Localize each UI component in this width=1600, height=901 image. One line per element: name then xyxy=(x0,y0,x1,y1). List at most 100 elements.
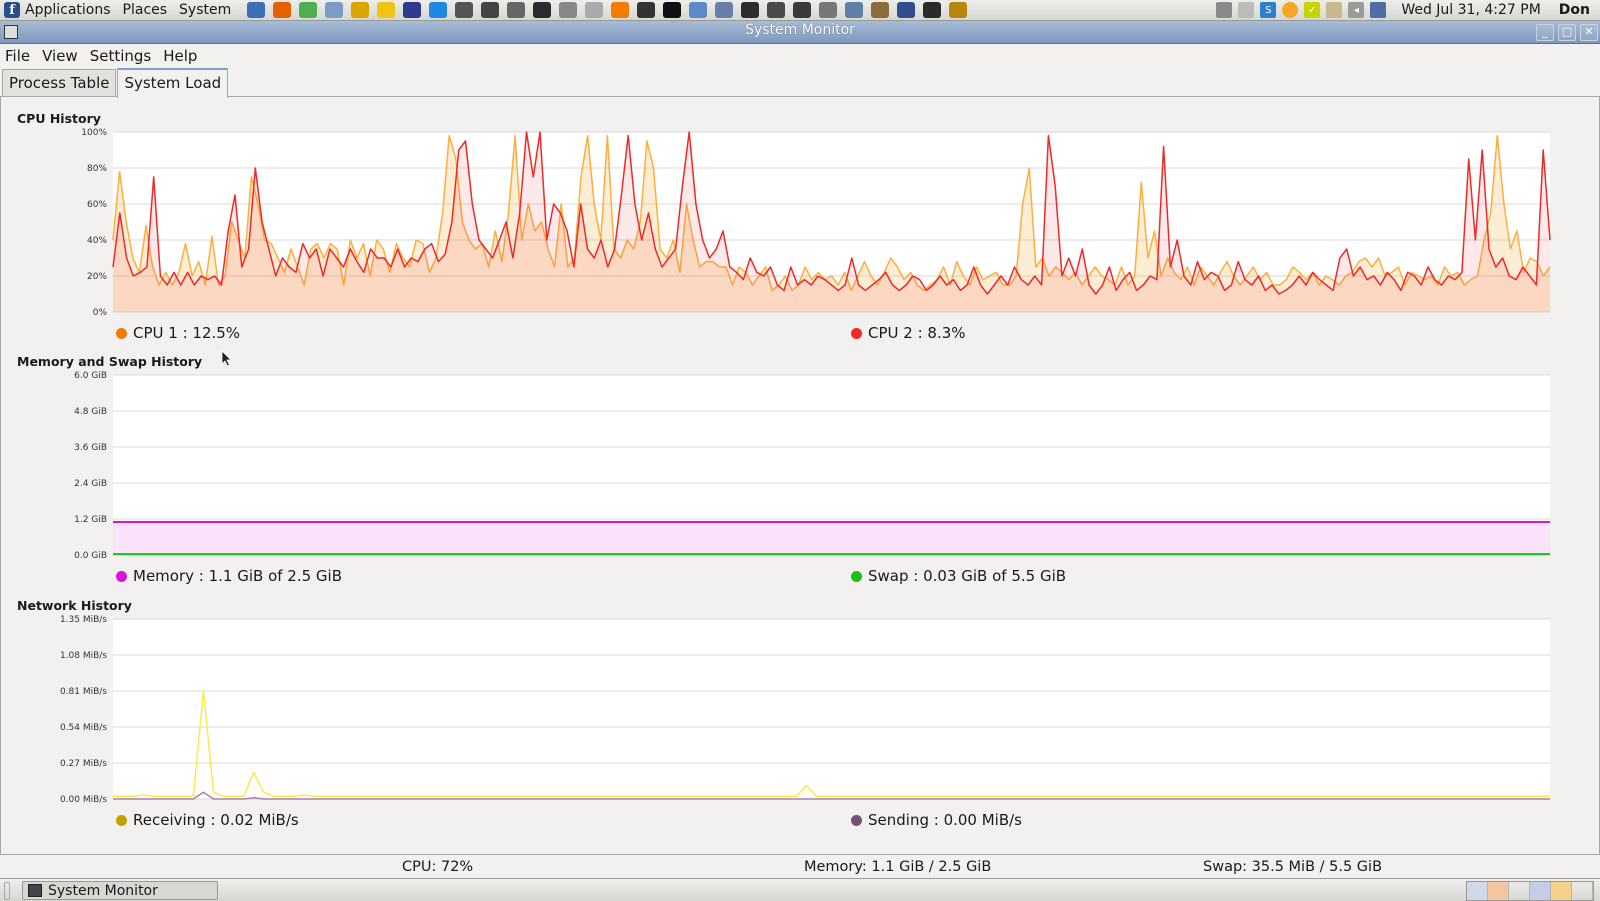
selector-icon[interactable] xyxy=(897,2,916,18)
y-tick-label: 1.2 GiB xyxy=(74,515,107,525)
cpu2-legend[interactable]: CPU 2 : 8.3% xyxy=(851,324,966,342)
taskbar-button-system-monitor[interactable]: System Monitor xyxy=(22,881,218,900)
sending-legend[interactable]: Sending : 0.00 MiB/s xyxy=(851,811,1022,829)
swap-legend-label: Swap : 0.03 GiB of 5.5 GiB xyxy=(868,567,1067,585)
taskbar-button-label: System Monitor xyxy=(48,882,158,899)
terminal-icon[interactable] xyxy=(741,2,760,18)
thunderbird-icon[interactable] xyxy=(247,2,266,18)
y-tick-label: 1.35 MiB/s xyxy=(60,615,107,625)
workspace-1[interactable] xyxy=(1467,882,1488,900)
y-tick-label: 3.6 GiB xyxy=(74,443,107,453)
chrome-icon[interactable] xyxy=(299,2,318,18)
places-menu[interactable]: Places xyxy=(117,0,174,20)
menu-view[interactable]: View xyxy=(37,47,83,65)
cpu1-color-swatch[interactable] xyxy=(116,327,127,339)
sending-legend-label: Sending : 0.00 MiB/s xyxy=(868,811,1022,829)
biohazard-icon[interactable] xyxy=(637,2,656,18)
notes-icon[interactable] xyxy=(377,2,396,18)
scanner-icon[interactable] xyxy=(585,2,604,18)
workspace-3[interactable] xyxy=(1509,882,1530,900)
minimize-button[interactable]: _ xyxy=(1536,24,1554,41)
status-summary: CPU: 72% Memory: 1.1 GiB / 2.5 GiB Swap:… xyxy=(0,858,1600,876)
tab-system-load[interactable]: System Load xyxy=(117,68,229,98)
search-doc-icon[interactable] xyxy=(845,2,864,18)
firefox-icon[interactable] xyxy=(273,2,292,18)
tab-process-table[interactable]: Process Table xyxy=(2,69,117,96)
sync-tray-icon[interactable]: S xyxy=(1260,2,1277,18)
menu-settings[interactable]: Settings xyxy=(85,47,157,65)
receiving-legend-label: Receiving : 0.02 MiB/s xyxy=(133,811,299,829)
applications-menu-label: Applications xyxy=(25,2,111,18)
globe-icon[interactable] xyxy=(351,2,370,18)
text-icon[interactable] xyxy=(325,2,344,18)
panel-grip-handle[interactable] xyxy=(4,882,10,900)
menu-file[interactable]: File xyxy=(0,47,35,65)
workspace-5[interactable] xyxy=(1551,882,1572,900)
gimp-icon[interactable] xyxy=(455,2,474,18)
status-cpu: CPU: 72% xyxy=(402,859,474,875)
sending-color-swatch[interactable] xyxy=(851,814,862,826)
app-icon[interactable] xyxy=(533,2,552,18)
cpu2-color-swatch[interactable] xyxy=(851,327,862,339)
y-tick-label: 0.00 MiB/s xyxy=(60,795,107,805)
applications-menu[interactable]: f Applications xyxy=(0,0,117,20)
network-tray-icon[interactable] xyxy=(1370,2,1387,18)
system-monitor-task-icon xyxy=(28,884,42,897)
cpu1-legend[interactable]: CPU 1 : 12.5% xyxy=(116,324,240,342)
window-titlebar[interactable]: System Monitor _ □ ✕ xyxy=(0,21,1600,44)
user-menu[interactable]: Don xyxy=(1559,2,1590,18)
paint-icon[interactable] xyxy=(871,2,890,18)
launcher-bar xyxy=(243,2,971,18)
check-tray-icon[interactable]: ✓ xyxy=(1304,2,1321,18)
y-tick-label: 100% xyxy=(81,128,107,138)
tab-bar: Process Table System Load xyxy=(2,68,229,98)
workspace-2[interactable] xyxy=(1488,882,1509,900)
s-icon[interactable] xyxy=(429,2,448,18)
system-menu[interactable]: System xyxy=(173,0,237,20)
clipboard-tray-icon[interactable] xyxy=(1326,2,1343,18)
system-monitor-icon[interactable] xyxy=(923,2,942,18)
dialog-icon[interactable] xyxy=(689,2,708,18)
workspace-switcher[interactable] xyxy=(1466,881,1594,901)
binary-icon[interactable] xyxy=(819,2,838,18)
notes-tray-icon[interactable] xyxy=(1216,2,1233,18)
cpu1-legend-label: CPU 1 : 12.5% xyxy=(133,324,241,342)
a-icon[interactable] xyxy=(663,2,682,18)
status-memory: Memory: 1.1 GiB / 2.5 GiB xyxy=(804,859,992,875)
volume-tray-icon[interactable]: ◂ xyxy=(1348,2,1365,18)
magnifier-icon[interactable] xyxy=(949,2,968,18)
status-swap: Swap: 35.5 MiB / 5.5 GiB xyxy=(1203,859,1383,875)
webcam-icon[interactable] xyxy=(559,2,578,18)
memory-swap-history-graph: 6.0 GiB 4.8 GiB 3.6 GiB 2.4 GiB 1.2 GiB 0.0 G… xyxy=(74,371,1550,561)
memory-color-swatch[interactable] xyxy=(116,570,127,582)
screenshot-icon[interactable] xyxy=(507,2,526,18)
workspace-4[interactable] xyxy=(1530,882,1551,900)
y-tick-label: 2.4 GiB xyxy=(74,479,107,489)
menu-help[interactable]: Help xyxy=(158,47,202,65)
menubar: File View Settings Help xyxy=(0,44,1600,67)
top-panel: f Applications Places System S ✓ ◂ Wed J… xyxy=(0,0,1600,21)
receiving-legend[interactable]: Receiving : 0.02 MiB/s xyxy=(116,811,299,829)
panel-clock[interactable]: Wed Jul 31, 4:27 PM xyxy=(1401,2,1540,18)
usb-tray-icon[interactable] xyxy=(1238,2,1255,18)
monitor-icon[interactable] xyxy=(793,2,812,18)
workspace-6[interactable] xyxy=(1572,882,1593,900)
y-tick-label: 1.08 MiB/s xyxy=(60,651,107,661)
maximize-button[interactable]: □ xyxy=(1558,24,1576,41)
cube-icon[interactable] xyxy=(403,2,422,18)
updates-tray-icon[interactable] xyxy=(1282,2,1299,18)
vlc-icon[interactable] xyxy=(611,2,630,18)
mouse-pointer-icon xyxy=(221,350,232,367)
y-tick-label: 80% xyxy=(87,164,107,174)
swap-legend[interactable]: Swap : 0.03 GiB of 5.5 GiB xyxy=(851,567,1066,585)
close-button[interactable]: ✕ xyxy=(1580,24,1598,41)
network-icon[interactable] xyxy=(715,2,734,18)
memory-legend[interactable]: Memory : 1.1 GiB of 2.5 GiB xyxy=(116,567,342,585)
window-title: System Monitor xyxy=(745,22,855,38)
receiving-color-swatch[interactable] xyxy=(116,814,127,826)
y-tick-label: 40% xyxy=(87,236,107,246)
media-icon[interactable] xyxy=(767,2,786,18)
camera-icon[interactable] xyxy=(481,2,500,18)
y-tick-label: 0% xyxy=(93,308,108,318)
swap-color-swatch[interactable] xyxy=(851,570,862,582)
